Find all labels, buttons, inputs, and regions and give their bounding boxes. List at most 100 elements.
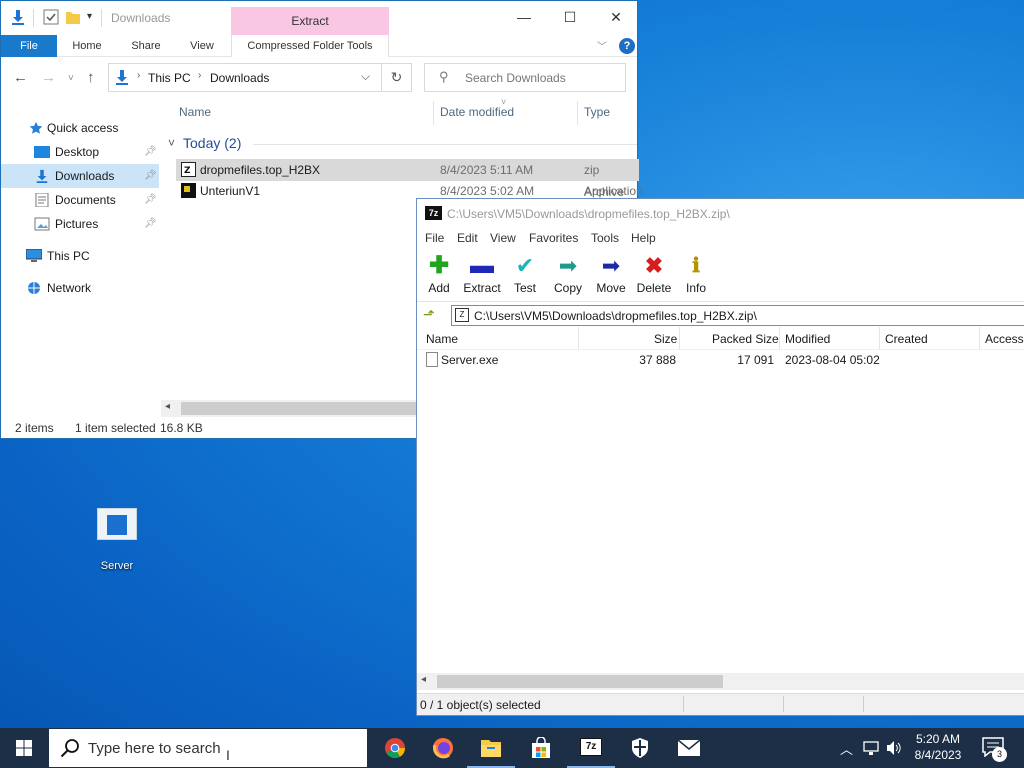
column-header-date-modified[interactable]: Date modified	[440, 105, 514, 119]
store-icon	[532, 737, 550, 758]
desktop-icon-server[interactable]: Server	[90, 508, 144, 572]
tab-file[interactable]: File	[1, 35, 57, 57]
tab-compressed-folder-tools[interactable]: Compressed Folder Tools	[231, 35, 389, 57]
tab-view[interactable]: View	[181, 35, 223, 57]
column-separator[interactable]	[577, 101, 578, 125]
new-folder-icon[interactable]	[65, 9, 81, 25]
move-button[interactable]: ➡ Move	[588, 255, 634, 296]
minimize-button[interactable]: —	[501, 1, 547, 33]
column-separator[interactable]	[578, 327, 579, 349]
menu-file[interactable]: File	[425, 231, 444, 245]
properties-icon[interactable]	[43, 9, 59, 25]
group-header[interactable]: Today (2)	[183, 135, 241, 151]
search-placeholder: Search Downloads	[465, 71, 566, 85]
downloads-icon	[116, 70, 128, 85]
forward-arrow-icon[interactable]: →	[41, 69, 56, 86]
delete-button[interactable]: ✖ Delete	[631, 255, 677, 296]
file-row[interactable]: Z dropmefiles.top_H2BX 8/4/2023 5:11 AM …	[176, 159, 639, 199]
column-header-packed-size[interactable]: Packed Size	[712, 332, 779, 346]
taskbar-search-placeholder: Type here to search	[88, 740, 221, 757]
scroll-left-icon[interactable]: ◂	[165, 401, 170, 412]
breadcrumb-this-pc[interactable]: This PC	[148, 71, 191, 85]
scrollbar-thumb[interactable]	[437, 675, 723, 688]
up-folder-icon[interactable]: ⬏	[423, 306, 435, 323]
copy-button[interactable]: ➡ Copy	[545, 255, 591, 296]
back-arrow-icon[interactable]: ←	[13, 69, 28, 86]
network-status-icon[interactable]	[863, 741, 879, 756]
menu-view[interactable]: View	[490, 231, 516, 245]
nav-downloads[interactable]: Downloads 📌︎	[1, 164, 159, 188]
table-row[interactable]: Server.exe 37 888 17 091 2023-08-04 05:0…	[419, 350, 1024, 370]
column-separator[interactable]	[433, 101, 434, 125]
search-input[interactable]: ⚲ Search Downloads	[424, 63, 626, 92]
column-header-type[interactable]: Type	[584, 105, 610, 119]
column-header-size[interactable]: Size	[654, 332, 677, 346]
taskbar-file-explorer[interactable]	[467, 728, 515, 768]
add-button[interactable]: ✚ Add	[416, 254, 462, 296]
documents-icon	[35, 193, 49, 207]
check-icon: ✔	[515, 253, 535, 278]
help-icon[interactable]: ?	[619, 38, 635, 54]
extract-context-tab[interactable]: Extract	[231, 7, 389, 35]
system-clock[interactable]: 5:20 AM 8/4/2023	[906, 731, 970, 763]
star-icon	[29, 121, 43, 134]
taskbar-firefox[interactable]	[419, 728, 467, 768]
refresh-button[interactable]: ↻	[382, 63, 412, 92]
recent-locations-icon[interactable]: ˅	[68, 73, 74, 84]
column-header-modified[interactable]: Modified	[785, 332, 830, 346]
status-separator	[783, 696, 784, 712]
column-separator[interactable]	[979, 327, 980, 349]
search-icon: ⚲	[439, 69, 449, 84]
address-bar[interactable]: › This PC › Downloads ⌵	[108, 63, 382, 92]
taskbar-defender[interactable]	[616, 728, 664, 768]
taskbar-store[interactable]	[517, 728, 565, 768]
nav-documents[interactable]: Documents 📌︎	[1, 188, 159, 212]
start-button[interactable]	[0, 728, 48, 768]
status-selected: 1 item selected	[75, 421, 156, 435]
collapse-group-icon[interactable]: ˅	[168, 136, 175, 150]
taskbar: Type here to search I 7z ︿ 5:20 AM 8/4/2…	[0, 728, 1024, 768]
scroll-left-icon[interactable]: ◂	[421, 674, 426, 685]
address-dropdown-icon[interactable]: ⌵	[361, 69, 370, 84]
extract-button[interactable]: ▬ Extract	[459, 254, 505, 296]
downloads-icon[interactable]	[10, 9, 26, 25]
column-separator[interactable]	[879, 327, 880, 349]
nav-pictures[interactable]: Pictures 📌︎	[1, 212, 159, 236]
qat-dropdown-icon[interactable]: ▾	[87, 11, 92, 22]
menu-tools[interactable]: Tools	[591, 231, 619, 245]
column-separator[interactable]	[679, 327, 680, 349]
taskbar-7zip[interactable]: 7z	[567, 728, 615, 768]
test-button[interactable]: ✔ Test	[502, 253, 548, 296]
column-header-name[interactable]: Name	[179, 105, 211, 119]
scrollbar-thumb[interactable]	[181, 402, 421, 415]
path-input[interactable]: Z C:\Users\VM5\Downloads\dropmefiles.top…	[451, 305, 1024, 326]
desktop: { "explorer": { "title": "Downloads", "c…	[0, 0, 1024, 768]
info-button[interactable]: ℹ Info	[673, 255, 719, 295]
network-icon	[28, 282, 40, 294]
horizontal-scrollbar[interactable]: ◂	[417, 673, 1024, 690]
column-header-created[interactable]: Created	[885, 332, 928, 346]
nav-this-pc[interactable]: This PC	[1, 244, 159, 268]
maximize-button[interactable]: ☐	[547, 1, 593, 33]
pin-icon: 📌︎	[144, 194, 157, 205]
tab-home[interactable]: Home	[65, 35, 109, 57]
menu-favorites[interactable]: Favorites	[529, 231, 578, 245]
breadcrumb-downloads[interactable]: Downloads	[210, 71, 269, 85]
close-button[interactable]: ✕	[593, 1, 639, 33]
menu-help[interactable]: Help	[631, 231, 656, 245]
up-arrow-icon[interactable]: ↑	[87, 69, 95, 86]
nav-network[interactable]: Network	[1, 276, 159, 300]
taskbar-search-input[interactable]: Type here to search I	[49, 729, 367, 767]
taskbar-chrome[interactable]	[371, 728, 419, 768]
menu-edit[interactable]: Edit	[457, 231, 478, 245]
show-hidden-icons-icon[interactable]: ︿	[840, 739, 853, 758]
taskbar-mail[interactable]	[665, 728, 713, 768]
nav-quick-access[interactable]: Quick access	[1, 116, 159, 140]
tab-share[interactable]: Share	[123, 35, 169, 57]
expand-ribbon-icon[interactable]: ﹀	[597, 38, 607, 53]
nav-desktop[interactable]: Desktop 📌︎	[1, 140, 159, 164]
column-header-name[interactable]: Name	[426, 332, 458, 346]
column-separator[interactable]	[779, 327, 780, 349]
volume-icon[interactable]	[886, 740, 903, 756]
column-header-accessed[interactable]: Accessed	[985, 332, 1024, 346]
